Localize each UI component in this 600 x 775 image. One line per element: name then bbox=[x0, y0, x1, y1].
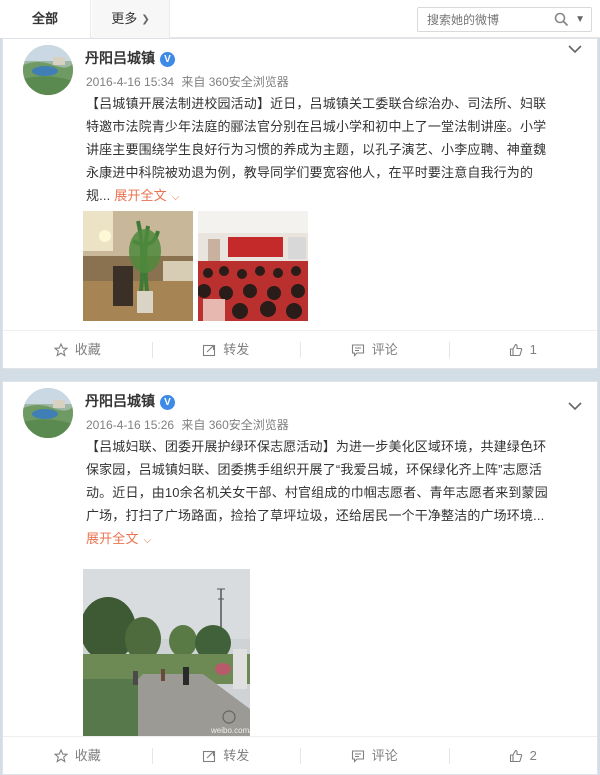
like-button[interactable]: 1 bbox=[448, 331, 598, 368]
search-options-caret-icon[interactable]: ▼ bbox=[575, 10, 585, 30]
post-text: 【吕城妇联、团委开展护绿环保志愿活动】为进一步美化区域环境，共建绿色环 保家园，… bbox=[86, 435, 586, 552]
repost-button[interactable]: 转发 bbox=[151, 331, 301, 368]
tab-all[interactable]: 全部 bbox=[0, 0, 91, 38]
verified-badge-icon: V bbox=[160, 395, 175, 410]
author-name[interactable]: 丹阳吕城镇 V bbox=[85, 391, 175, 411]
author-name-text: 丹阳吕城镇 bbox=[85, 393, 155, 409]
chevron-down-icon: ⌵ bbox=[171, 192, 180, 203]
favorite-button[interactable]: 收藏 bbox=[3, 737, 152, 774]
favorite-label: 收藏 bbox=[74, 748, 101, 763]
tab-more-dropdown[interactable]: 更多 ❯ bbox=[92, 0, 170, 38]
post-text-line: 特邀市法院青少年法庭的郦法官分别在吕城小学和初中上了一堂法制讲座。小学 bbox=[86, 119, 547, 134]
filter-bar: 全部 更多❯ ▼ bbox=[0, 0, 600, 38]
comment-label: 评论 bbox=[371, 748, 398, 763]
post-meta: 2016-4-16 15:34 来自 360安全浏览器 bbox=[86, 73, 289, 90]
expand-full-text-link[interactable]: 展开全文 ⌵ bbox=[114, 188, 179, 203]
post-photo-park[interactable]: weibo.com/u/532 bbox=[83, 569, 250, 736]
post-text-line: 讲座主要围绕学生良好行为习惯的养成为主题，以孔子演艺、小李应聘、神童魏 bbox=[86, 142, 547, 157]
post-source: 来自 360安全浏览器 bbox=[181, 418, 289, 432]
repost-label: 转发 bbox=[223, 748, 250, 763]
repost-icon bbox=[203, 750, 216, 763]
favorite-label: 收藏 bbox=[74, 342, 101, 357]
post-meta: 2016-4-16 15:26 来自 360安全浏览器 bbox=[86, 416, 289, 433]
comment-button[interactable]: 评论 bbox=[300, 331, 449, 368]
post-menu-chevron-icon[interactable] bbox=[567, 42, 583, 56]
comment-icon bbox=[351, 750, 364, 763]
post-text-line: 动。近日，由10余名机关女干部、村官组成的巾帼志愿者、青年志愿者来到蒙园 bbox=[86, 485, 548, 500]
post-actions: 收藏 转发 评论 2 bbox=[3, 736, 597, 774]
photo-watermark: weibo.com/u/532 bbox=[210, 726, 250, 735]
post-photo-classroom[interactable] bbox=[83, 211, 193, 321]
favorite-button[interactable]: 收藏 bbox=[3, 331, 152, 368]
avatar[interactable] bbox=[23, 388, 73, 438]
repost-icon bbox=[203, 344, 216, 357]
post-photo-auditorium[interactable] bbox=[198, 211, 308, 321]
comment-icon bbox=[351, 344, 364, 357]
search-box: ▼ bbox=[417, 7, 592, 32]
like-count: 1 bbox=[529, 342, 537, 357]
weibo-post: 丹阳吕城镇 V 2016-4-16 15:26 来自 360安全浏览器 【吕城妇联… bbox=[2, 381, 598, 775]
search-icon[interactable] bbox=[554, 12, 569, 27]
repost-label: 转发 bbox=[223, 342, 250, 357]
thumbs-up-icon bbox=[509, 343, 522, 357]
post-text-line: 保家园，吕城镇妇联、团委携手组织开展了“我爱吕城，环保绿化齐上阵”志愿活 bbox=[86, 462, 543, 477]
star-icon bbox=[53, 748, 69, 763]
expand-full-text-link[interactable]: 展开全文 ⌵ bbox=[86, 531, 151, 546]
star-icon bbox=[53, 342, 69, 357]
post-menu-chevron-icon[interactable] bbox=[567, 399, 583, 413]
repost-button[interactable]: 转发 bbox=[151, 737, 301, 774]
chevron-down-icon: ❯ bbox=[141, 14, 150, 25]
verified-badge-icon: V bbox=[160, 52, 175, 67]
like-count: 2 bbox=[529, 748, 537, 763]
expand-label: 展开全文 bbox=[114, 188, 167, 203]
post-text-line: 广场，打扫了广场路面，捡拾了草坪垃圾，还给居民一个干净整洁的广场环境... bbox=[86, 508, 545, 523]
tab-more-label: 更多 bbox=[111, 11, 138, 26]
post-source: 来自 360安全浏览器 bbox=[181, 75, 289, 89]
author-name-text: 丹阳吕城镇 bbox=[85, 50, 155, 66]
post-time[interactable]: 2016-4-16 15:26 bbox=[86, 418, 174, 432]
post-text: 【吕城镇开展法制进校园活动】近日，吕城镇关工委联合综治办、司法所、妇联 特邀市法… bbox=[86, 92, 586, 209]
thumbs-up-icon bbox=[509, 749, 522, 763]
avatar[interactable] bbox=[23, 45, 73, 95]
post-text-line: 规... bbox=[86, 188, 111, 203]
post-actions: 收藏 转发 评论 1 bbox=[3, 330, 597, 368]
post-text-line: 【吕城妇联、团委开展护绿环保志愿活动】为进一步美化区域环境，共建绿色环 bbox=[86, 439, 547, 454]
post-text-line: 永康进中科院被劝退为例，教导同学们要宽容他人，在平时要注意自我行为的 bbox=[86, 165, 534, 180]
comment-label: 评论 bbox=[371, 342, 398, 357]
weibo-post: 丹阳吕城镇 V 2016-4-16 15:34 来自 360安全浏览器 【吕城镇开… bbox=[2, 38, 598, 369]
post-text-line: 【吕城镇开展法制进校园活动】近日，吕城镇关工委联合综治办、司法所、妇联 bbox=[86, 96, 547, 111]
comment-button[interactable]: 评论 bbox=[300, 737, 449, 774]
search-input[interactable] bbox=[418, 8, 548, 31]
author-name[interactable]: 丹阳吕城镇 V bbox=[85, 48, 175, 68]
expand-label: 展开全文 bbox=[86, 531, 139, 546]
like-button[interactable]: 2 bbox=[448, 737, 598, 774]
post-time[interactable]: 2016-4-16 15:34 bbox=[86, 75, 174, 89]
chevron-down-icon: ⌵ bbox=[143, 535, 152, 546]
